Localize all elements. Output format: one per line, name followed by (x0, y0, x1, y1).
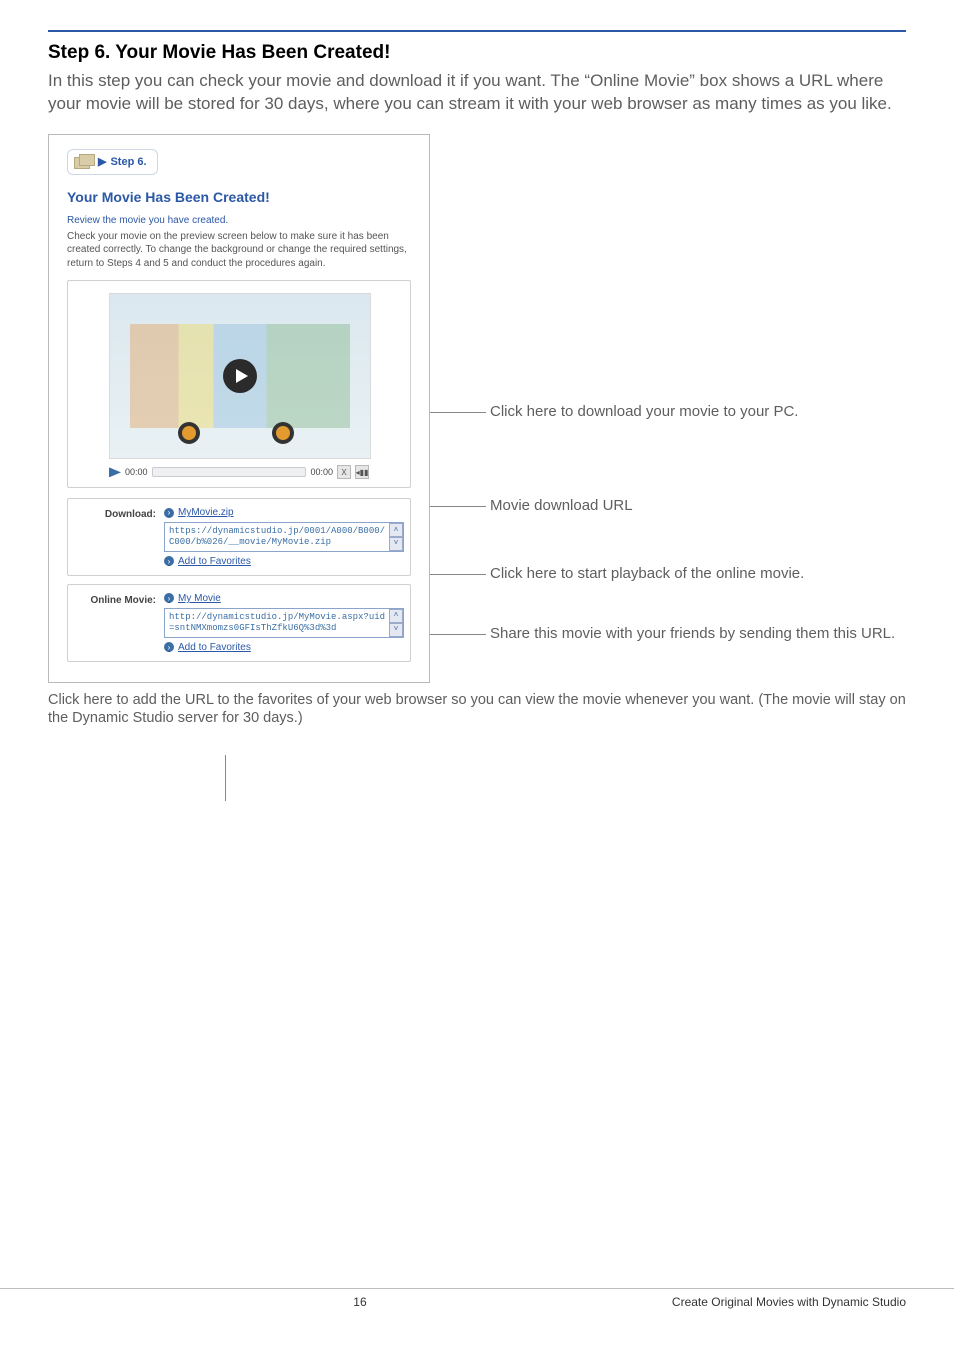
callout-lead (430, 412, 486, 413)
download-fav-text: Add to Favorites (178, 556, 251, 567)
check-note: Check your movie on the preview screen b… (67, 230, 411, 271)
download-box: Download: › MyMovie.zip https://dynamics… (67, 498, 411, 576)
online-movie-box: Online Movie: › My Movie http://dynamics… (67, 584, 411, 662)
step-badge: ▶ Step 6. (67, 149, 158, 175)
download-fav-link[interactable]: › Add to Favorites (164, 556, 251, 567)
arrow-icon: ▶ (98, 155, 106, 168)
arrow-circle-icon: › (164, 508, 174, 518)
online-fav-text: Add to Favorites (178, 642, 251, 653)
online-url-box[interactable]: http://dynamicstudio.jp/MyMovie.aspx?uid… (164, 608, 404, 638)
online-file-text: My Movie (178, 593, 221, 604)
online-file-link[interactable]: › My Movie (164, 593, 221, 604)
divider (48, 30, 906, 32)
download-url: https://dynamicstudio.jp/0001/A000/B000/… (169, 526, 385, 547)
scroll-up-icon[interactable]: ˄ (389, 523, 403, 537)
bottom-note: Click here to add the URL to the favorit… (48, 691, 906, 729)
screenshot-panel: ▶ Step 6. Your Movie Has Been Created! R… (48, 134, 430, 683)
download-file-text: MyMovie.zip (178, 507, 234, 518)
time-end: 00:00 (310, 467, 333, 477)
car-wheel-icon (272, 422, 294, 444)
page-number: 16 (48, 1295, 672, 1309)
scroll-up-icon[interactable]: ˄ (389, 609, 403, 623)
scroll-down-icon[interactable]: ˅ (389, 537, 403, 551)
play-small-icon[interactable] (109, 467, 121, 477)
footer: 16 Create Original Movies with Dynamic S… (0, 1288, 954, 1321)
photo-stack-icon (74, 154, 94, 170)
callout-play-online: Click here to start playback of the onli… (490, 564, 810, 584)
player-wrap: 00:00 00:00 X ◂▮▮ (67, 280, 411, 488)
close-button[interactable]: X (337, 465, 351, 479)
step-title: Step 6. Your Movie Has Been Created! (48, 42, 906, 64)
arrow-circle-icon: › (164, 593, 174, 603)
callout-download-pc: Click here to download your movie to you… (490, 402, 804, 422)
review-note: Review the movie you have created. (67, 215, 411, 226)
step-intro: In this step you can check your movie an… (48, 70, 906, 116)
player-preview[interactable] (109, 293, 371, 459)
download-label: Download: (78, 507, 156, 567)
arrow-circle-icon: › (164, 642, 174, 652)
box-title: Your Movie Has Been Created! (67, 189, 411, 205)
download-file-link[interactable]: › MyMovie.zip (164, 507, 234, 518)
download-url-box[interactable]: https://dynamicstudio.jp/0001/A000/B000/… (164, 522, 404, 552)
callout-lead (430, 574, 486, 575)
callout-lead (430, 634, 486, 635)
arrow-circle-icon: › (164, 556, 174, 566)
callout-share-url: Share this movie with your friends by se… (490, 624, 901, 644)
online-fav-link[interactable]: › Add to Favorites (164, 642, 251, 653)
volume-button[interactable]: ◂▮▮ (355, 465, 369, 479)
play-icon[interactable] (223, 359, 257, 393)
callout-lead (430, 506, 486, 507)
callout-lead (225, 755, 226, 801)
car-wheel-icon (178, 422, 200, 444)
step-badge-label: Step 6. (110, 156, 146, 168)
seek-track[interactable] (152, 467, 307, 477)
online-label: Online Movie: (78, 593, 156, 653)
online-url: http://dynamicstudio.jp/MyMovie.aspx?uid… (169, 612, 385, 633)
player-timebar: 00:00 00:00 X ◂▮▮ (109, 465, 369, 479)
book-title: Create Original Movies with Dynamic Stud… (672, 1295, 906, 1309)
scroll-down-icon[interactable]: ˅ (389, 623, 403, 637)
callout-download-url: Movie download URL (490, 496, 639, 516)
time-start: 00:00 (125, 467, 148, 477)
